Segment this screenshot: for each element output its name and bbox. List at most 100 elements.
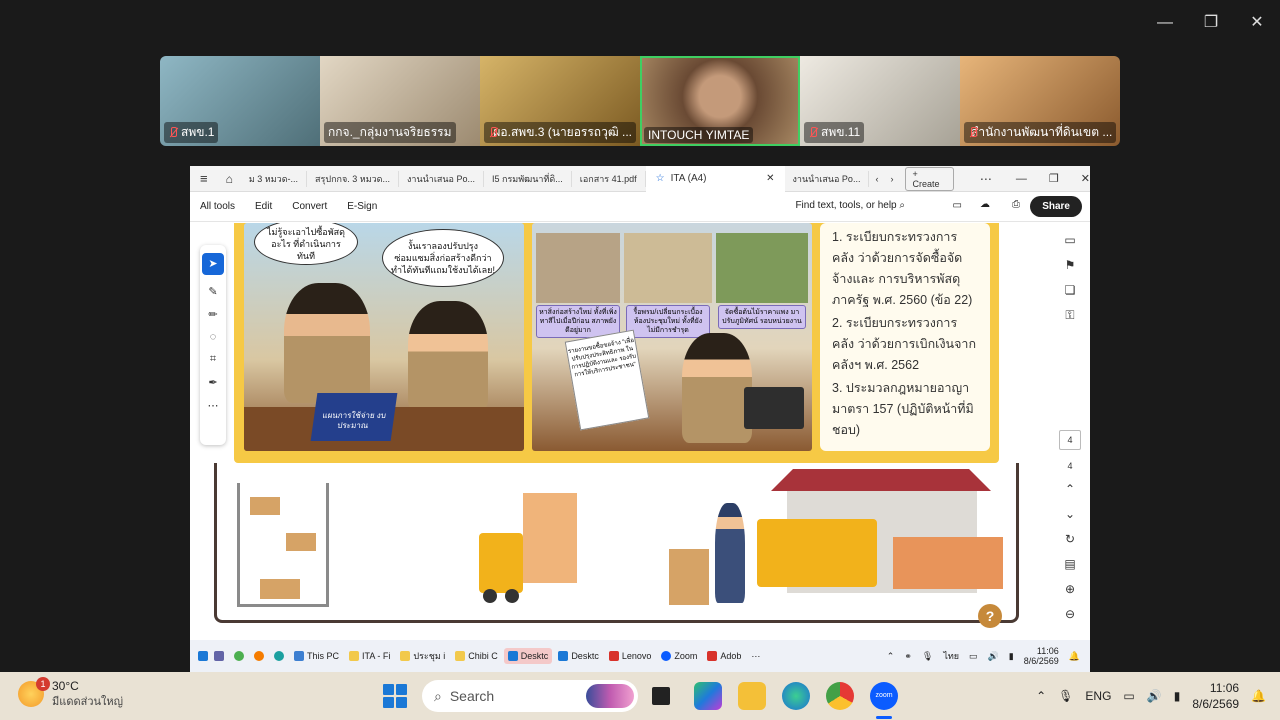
task-view-icon[interactable] xyxy=(652,687,670,705)
law-item: 3. ประมวลกฎหมายอาญา มาตรา 157 (ปฏิบัติหน… xyxy=(832,381,974,437)
taskbar-app-active[interactable]: Desktc xyxy=(503,648,553,664)
more-apps-icon[interactable]: ⋯ xyxy=(747,648,764,665)
participant-tile[interactable]: สพข.1 xyxy=(160,56,320,146)
taskbar-app[interactable]: Lenovo xyxy=(605,648,656,664)
room-image xyxy=(624,233,712,303)
participant-tile-active[interactable]: INTOUCH YIMTAE xyxy=(640,56,800,146)
menu-esign[interactable]: E-Sign xyxy=(337,201,387,212)
taskbar-app-firefox[interactable] xyxy=(250,648,268,664)
taskbar-app-chrome[interactable] xyxy=(230,648,248,664)
chevron-up-icon[interactable]: ⌃ xyxy=(1065,482,1075,496)
start-button[interactable] xyxy=(383,684,407,708)
minimize-button[interactable]: — xyxy=(1142,10,1188,36)
participant-tile[interactable]: สพข.11 xyxy=(800,56,960,146)
windows-icon[interactable] xyxy=(198,651,208,661)
taskbar-app-edge[interactable] xyxy=(270,648,288,664)
edge-icon[interactable] xyxy=(782,682,810,710)
clock[interactable]: 11:06 8/6/2569 xyxy=(1192,680,1239,712)
mic-icon[interactable]: 🎙 xyxy=(922,651,933,662)
taskbar-app[interactable]: Desktc xyxy=(554,648,603,664)
tab[interactable]: งานนำเสนอ Po... xyxy=(399,170,484,187)
comment-icon[interactable]: ▭ xyxy=(1064,233,1075,247)
text-select-icon[interactable]: ⌗ xyxy=(210,353,216,366)
tab[interactable]: ม 3 หมวด-... xyxy=(241,170,308,187)
taskbar-app[interactable]: ประชุม i xyxy=(396,646,449,666)
page-number-input[interactable]: 4 xyxy=(1059,430,1081,450)
chevron-left-icon[interactable]: ‹ xyxy=(869,174,884,184)
m365-icon[interactable] xyxy=(694,682,722,710)
restore-icon[interactable]: ❐ xyxy=(1049,172,1059,185)
tab-active[interactable]: ☆ ITA (A4) ✕ xyxy=(645,166,785,192)
search-bar[interactable]: ⌕ Search xyxy=(422,680,638,712)
taskbar-app-teams[interactable] xyxy=(210,648,228,664)
participant-tile[interactable]: กกจ._กลุ่มงานจริยธรรม xyxy=(320,56,480,146)
close-button[interactable]: ✕ xyxy=(1234,10,1280,36)
remote-clock[interactable]: 11:06 8/6/2569 xyxy=(1024,646,1059,666)
chevron-right-icon[interactable]: › xyxy=(884,174,899,184)
weather-temp: 30°C xyxy=(52,679,79,693)
zoom-icon[interactable]: zoom xyxy=(870,682,898,710)
lasso-tool-icon[interactable]: ◌ xyxy=(210,331,217,343)
chevron-up-icon[interactable]: ⌃ xyxy=(1036,689,1046,703)
help-button[interactable]: ? xyxy=(978,604,1002,628)
highlight-tool-icon[interactable]: ✏ xyxy=(208,308,217,321)
officer-figure xyxy=(284,283,370,403)
close-tab-icon[interactable]: ✕ xyxy=(766,166,774,192)
notification-icon[interactable]: 🔔 xyxy=(1069,651,1080,662)
menu-edit[interactable]: Edit xyxy=(245,201,282,212)
minimize-icon[interactable]: — xyxy=(1016,173,1027,185)
taskbar-app[interactable]: Zoom xyxy=(657,648,701,664)
zoom-in-icon[interactable]: ⊕ xyxy=(1065,582,1075,596)
participant-tile[interactable]: ผอ.สพข.3 (นายอรรถวุฒิ ... xyxy=(480,56,640,146)
home-icon[interactable]: ⌂ xyxy=(218,172,241,186)
tab[interactable]: งานนำเสนอ Po... xyxy=(785,170,870,187)
display-icon[interactable]: ▭ xyxy=(969,651,978,662)
network-icon[interactable]: ⚭ xyxy=(904,651,912,662)
volume-icon[interactable]: 🔊 xyxy=(1147,689,1162,703)
menu-all-tools[interactable]: All tools xyxy=(190,201,245,212)
speech-bubble: ไม่รู้จะเอาไปซื้อพัสดุอะไร ที่ดำเนินการท… xyxy=(254,223,358,265)
menu-convert[interactable]: Convert xyxy=(282,201,337,212)
file-explorer-icon[interactable] xyxy=(738,682,766,710)
protect-icon[interactable]: ⚿ xyxy=(1065,308,1074,323)
chrome-icon[interactable] xyxy=(826,682,854,710)
taskbar-app[interactable]: Adob xyxy=(703,648,745,664)
share-button[interactable]: Share xyxy=(1030,196,1082,217)
taskbar-app[interactable]: Chibi C xyxy=(451,648,502,664)
zoom-out-icon[interactable]: ⊖ xyxy=(1065,607,1075,621)
comment-tool-icon[interactable]: ✎ xyxy=(208,285,217,298)
page-icon[interactable]: ▤ xyxy=(1064,557,1075,571)
tab[interactable]: สรุปกกจ. 3 หมวด... xyxy=(307,170,400,187)
more-icon[interactable]: ⋯ xyxy=(980,172,992,186)
more-tools-icon[interactable]: ⋯ xyxy=(208,399,219,412)
upload-icon[interactable]: ☁ xyxy=(980,199,990,210)
tab[interactable]: เอกสาร 41.pdf xyxy=(572,170,646,187)
select-tool-icon[interactable]: ➤ xyxy=(202,253,224,275)
battery-icon[interactable]: ▮ xyxy=(1174,689,1181,703)
battery-icon[interactable]: ▮ xyxy=(1009,651,1014,662)
language-indicator[interactable]: ENG xyxy=(1085,689,1111,703)
taskbar-app[interactable]: ITA - Fi xyxy=(345,648,394,664)
copy-icon[interactable]: ❏ xyxy=(1065,283,1076,297)
print-icon[interactable]: ⎙ xyxy=(1012,199,1020,210)
chevron-up-icon[interactable]: ⌃ xyxy=(887,651,895,662)
taskbar-app[interactable]: This PC xyxy=(290,648,343,664)
volume-icon[interactable]: 🔊 xyxy=(988,651,999,662)
create-button[interactable]: + Create xyxy=(905,166,954,191)
participant-tile[interactable]: สำนักงานพัฒนาที่ดินเขต ... xyxy=(960,56,1120,146)
display-icon[interactable]: ▭ xyxy=(1123,689,1134,703)
tab[interactable]: I5 กรมพัฒนาที่ดิ... xyxy=(484,170,572,187)
find-field[interactable]: Find text, tools, or help ⌕ xyxy=(795,200,905,211)
save-icon[interactable]: ▭ xyxy=(953,200,962,211)
menu-icon[interactable]: ≡ xyxy=(190,171,218,186)
notification-icon[interactable]: 🔔 xyxy=(1251,689,1266,703)
language-indicator[interactable]: ไทย xyxy=(943,649,959,663)
mic-icon[interactable]: 🎙 xyxy=(1058,689,1073,703)
fill-sign-icon[interactable]: ✒ xyxy=(208,376,217,389)
restore-button[interactable]: ❐ xyxy=(1188,10,1234,36)
weather-widget[interactable]: 1 30°C มีแดดส่วนใหญ่ xyxy=(18,677,123,710)
bookmark-icon[interactable]: ⚑ xyxy=(1065,258,1076,272)
refresh-icon[interactable]: ↻ xyxy=(1065,532,1075,546)
chevron-down-icon[interactable]: ⌄ xyxy=(1065,507,1075,521)
close-icon[interactable]: ✕ xyxy=(1081,172,1090,185)
